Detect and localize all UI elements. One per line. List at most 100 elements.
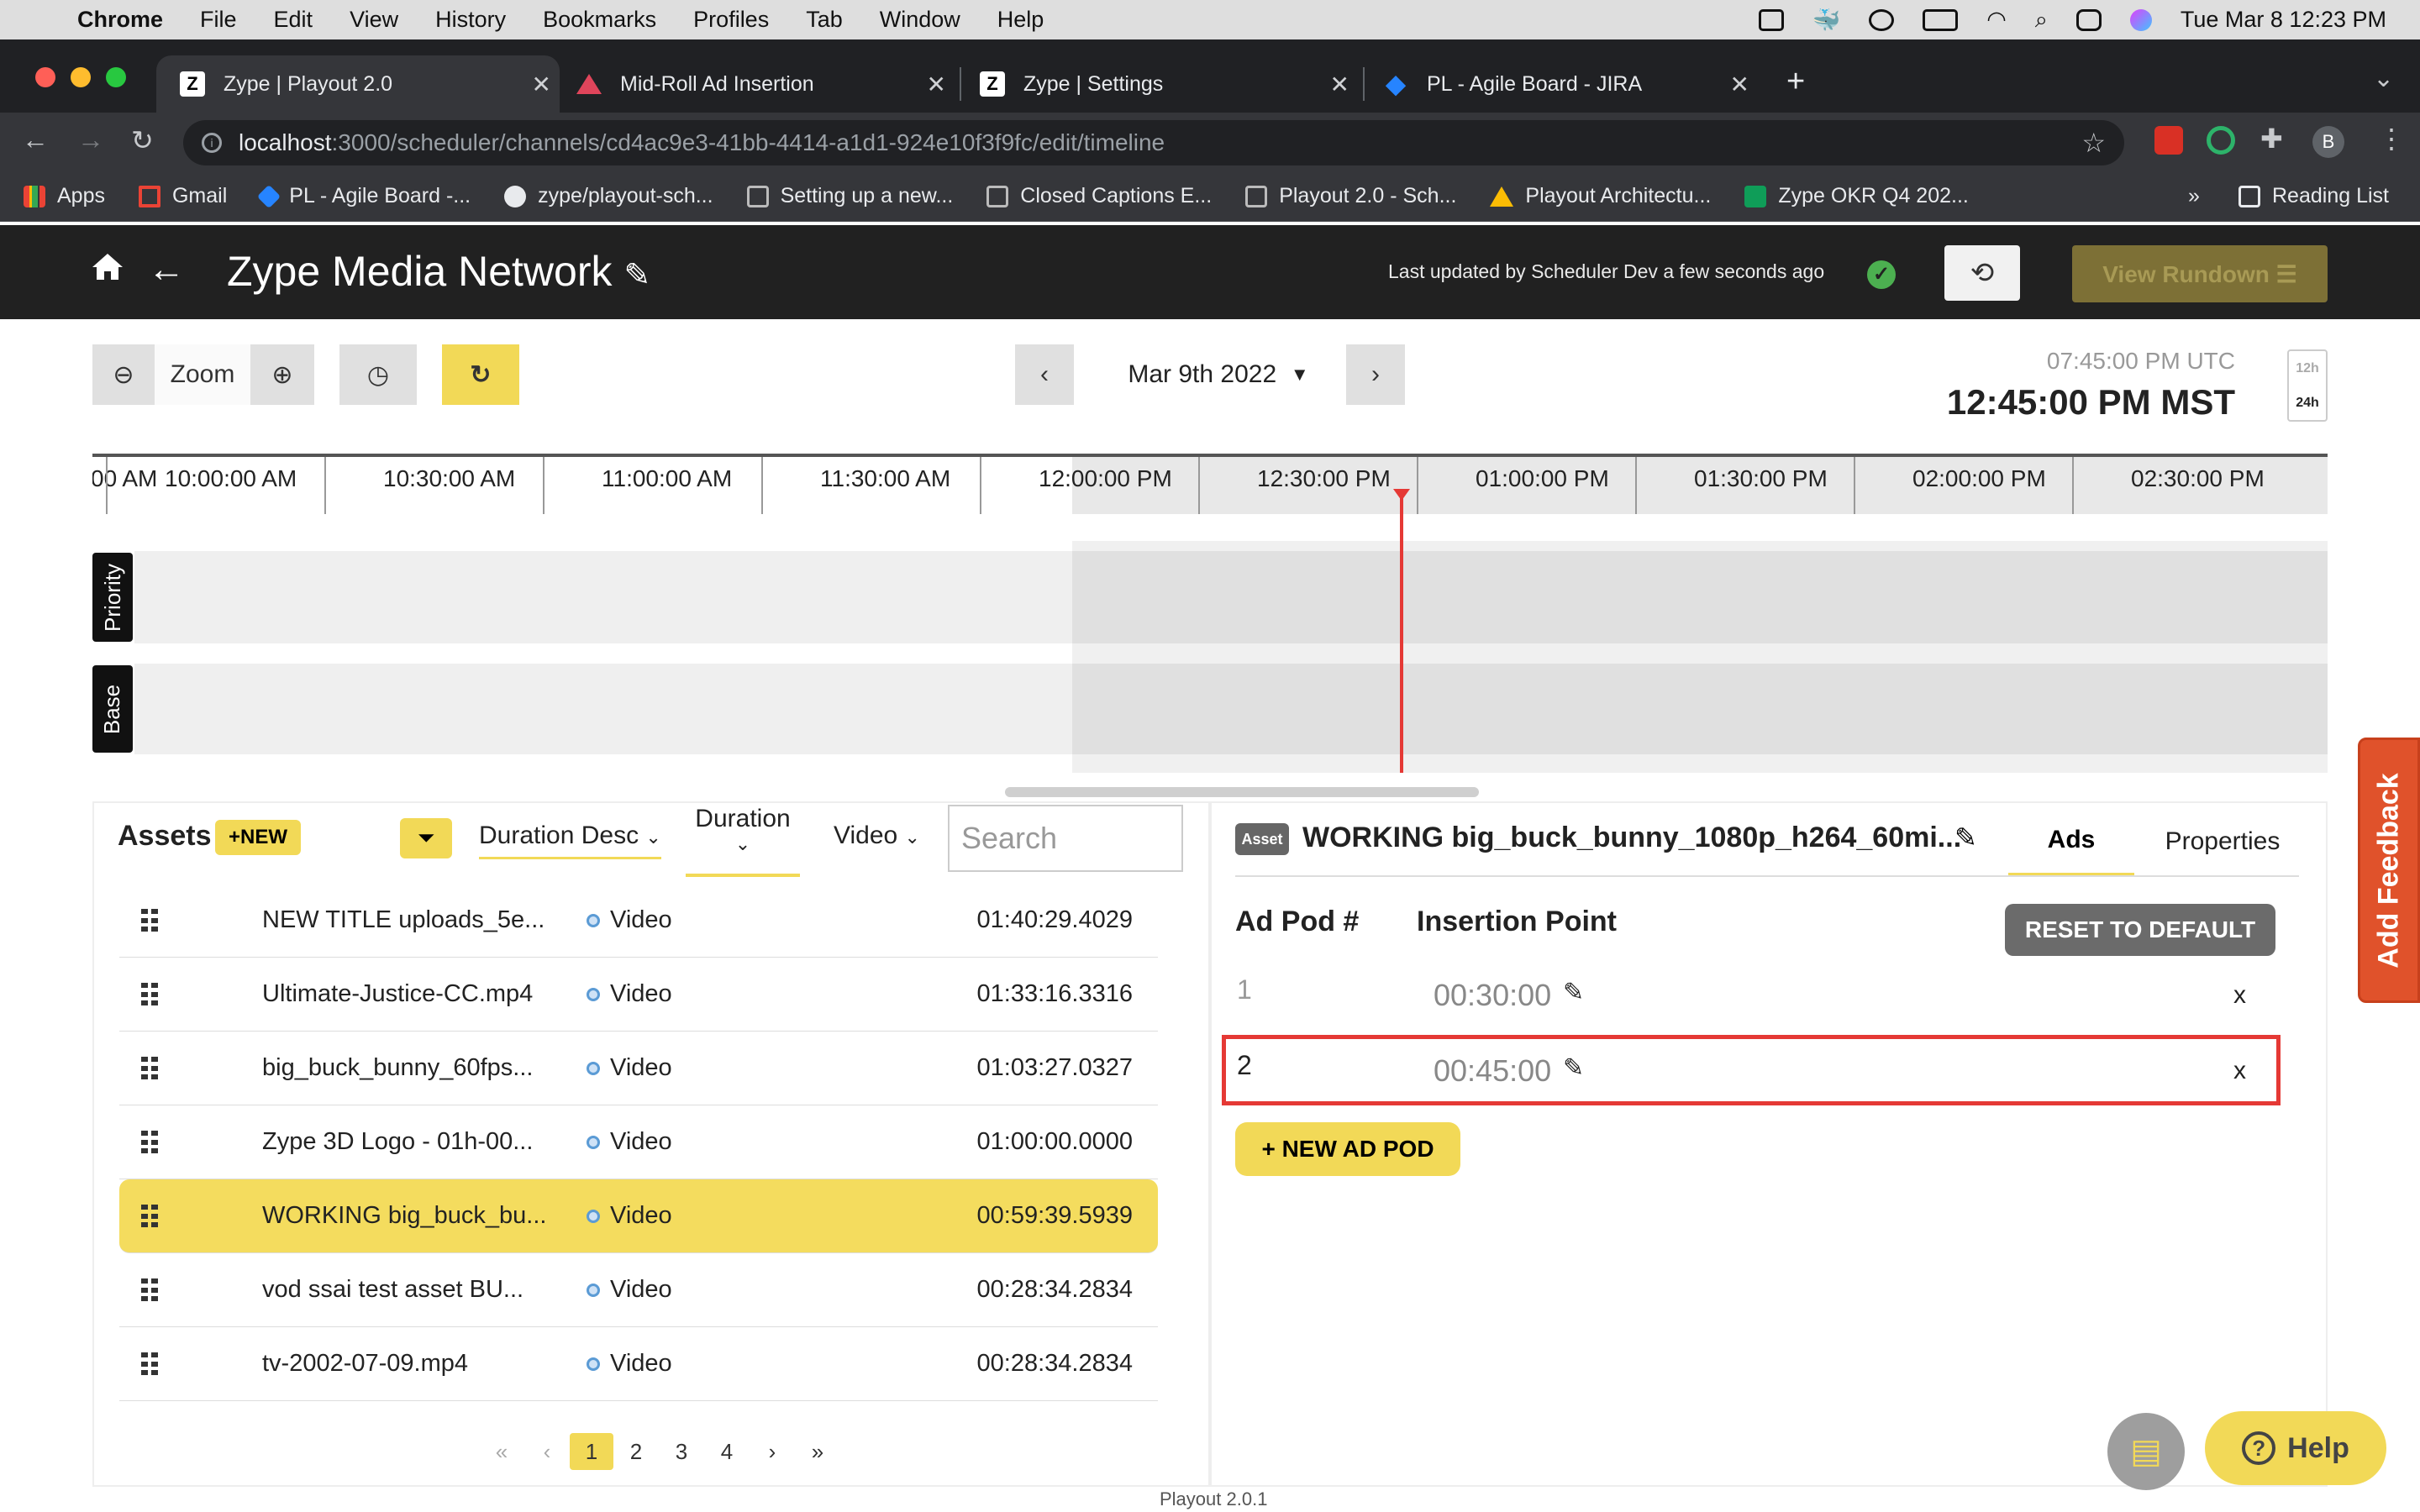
tab-settings[interactable]: Z Zype | Settings ✕ (971, 55, 1358, 113)
page-2[interactable]: 2 (613, 1433, 659, 1470)
extension-green-icon[interactable] (2207, 126, 2235, 155)
menu-tab[interactable]: Tab (787, 7, 861, 33)
drag-handle-icon[interactable] (141, 909, 158, 932)
drag-handle-icon[interactable] (141, 1205, 158, 1228)
date-picker[interactable]: Mar 9th 2022 ▼ (1092, 344, 1344, 405)
bookmark-github[interactable]: zype/playout-sch... (504, 184, 713, 208)
reload-icon[interactable]: ↻ (131, 124, 154, 156)
siri-icon[interactable] (2129, 8, 2152, 31)
drag-handle-icon[interactable] (141, 983, 158, 1006)
bookmark-jira[interactable]: PL - Agile Board -... (257, 184, 471, 208)
close-window-button[interactable] (35, 67, 55, 87)
drag-handle-icon[interactable] (141, 1057, 158, 1080)
maximize-window-button[interactable] (106, 67, 126, 87)
bookmark-apps[interactable]: Apps (24, 184, 105, 208)
menu-window[interactable]: Window (861, 7, 979, 33)
bookmark-captions[interactable]: Closed Captions E... (986, 184, 1212, 208)
asset-row[interactable]: Ultimate-Justice-CC.mp4 Video 01:33:16.331… (119, 958, 1158, 1032)
jump-to-now-button[interactable]: ◷ (339, 344, 417, 405)
tab-properties[interactable]: Properties (2151, 806, 2294, 877)
format-24h[interactable]: 24h (2296, 396, 2319, 411)
page-1[interactable]: 1 (570, 1433, 613, 1470)
zoom-out-button[interactable]: ⊖ (92, 344, 155, 405)
edit-pencil-icon[interactable]: ✎ (1563, 1053, 1584, 1083)
asset-search-input[interactable]: Search (948, 805, 1183, 872)
spotlight-search-icon[interactable]: ⌕ (2035, 7, 2048, 34)
bookmark-playout[interactable]: Playout 2.0 - Sch... (1245, 184, 1456, 208)
asset-row[interactable]: NEW TITLE uploads_5e... Video 01:40:29.402… (119, 884, 1158, 958)
extensions-puzzle-icon[interactable]: ✚ (2260, 123, 2283, 155)
forward-arrow-icon[interactable]: → (77, 124, 104, 155)
edit-pencil-icon[interactable]: ✎ (623, 258, 650, 293)
tab-jira[interactable]: ◆ PL - Agile Board - JIRA ✕ (1375, 55, 1758, 113)
timeline-horizontal-scrollbar[interactable] (1005, 787, 1479, 797)
page-3[interactable]: 3 (659, 1433, 704, 1470)
bookmarks-overflow-icon[interactable]: » (2188, 184, 2200, 208)
menu-file[interactable]: File (182, 7, 255, 33)
drag-handle-icon[interactable] (141, 1131, 158, 1154)
next-page-icon[interactable]: › (750, 1433, 795, 1470)
profile-avatar[interactable]: B (2312, 126, 2344, 158)
stack-widget-icon[interactable]: ▤ (2107, 1413, 2185, 1490)
sort-dropdown[interactable]: Duration Desc ⌄ (479, 822, 661, 859)
menu-help[interactable]: Help (979, 7, 1063, 33)
new-tab-plus-icon[interactable]: + (1786, 64, 1805, 100)
tab-midroll[interactable]: Mid-Roll Ad Insertion ✕ (568, 55, 955, 113)
filter-button[interactable]: ⏷ (400, 818, 452, 858)
menu-edit[interactable]: Edit (255, 7, 332, 33)
bookmark-setup[interactable]: Setting up a new... (746, 184, 953, 208)
chrome-menu-kebab-icon[interactable]: ⋮ (2378, 123, 2405, 155)
back-arrow-icon[interactable]: ← (22, 124, 49, 155)
asset-row[interactable]: WORKING big_buck_bu... Video 00:59:39.5939 (119, 1179, 1158, 1253)
next-day-button[interactable]: › (1346, 344, 1405, 405)
address-bar[interactable]: i localhost:3000/scheduler/channels/cd4a… (183, 120, 2124, 165)
menubar-clock[interactable]: Tue Mar 8 12:23 PM (2181, 7, 2386, 33)
timeline-ruler[interactable]: 00 AM 10:00:00 AM 10:30:00 AM 11:00:00 AM 11… (92, 454, 2328, 514)
drag-handle-icon[interactable] (141, 1352, 158, 1376)
time-format-toggle[interactable]: 12h 24h (2287, 349, 2328, 422)
zoom-in-button[interactable]: ⊕ (250, 344, 314, 405)
asset-row[interactable]: vod ssai test asset BU... Video 00:28:34.2… (119, 1253, 1158, 1327)
wifi-icon[interactable]: ◠ (1986, 7, 2007, 33)
battery-icon[interactable] (1923, 8, 1959, 31)
add-feedback-tab[interactable]: Add Feedback (2358, 738, 2420, 1003)
back-arrow-icon[interactable]: ← (148, 249, 185, 291)
duration-filter[interactable]: Duration ⌄ (686, 805, 800, 877)
menu-app-name[interactable]: Chrome (59, 7, 182, 33)
view-rundown-button[interactable]: View Rundown ☰ (2072, 245, 2328, 302)
delete-pod-icon[interactable]: x (2233, 981, 2246, 1010)
format-12h[interactable]: 12h (2296, 361, 2319, 376)
tab-playout[interactable]: Z Zype | Playout 2.0 ✕ (156, 55, 560, 113)
close-tab-icon[interactable]: ✕ (1330, 71, 1349, 98)
delete-pod-icon[interactable]: x (2233, 1057, 2246, 1085)
first-page-icon[interactable]: « (479, 1433, 524, 1470)
control-center-icon[interactable] (2075, 8, 2102, 31)
new-ad-pod-button[interactable]: + NEW AD POD (1235, 1122, 1460, 1176)
menu-view[interactable]: View (331, 7, 417, 33)
minimize-window-button[interactable] (71, 67, 91, 87)
docker-icon[interactable]: 🐳 (1812, 7, 1841, 34)
screen-record-icon[interactable] (1869, 8, 1895, 31)
close-tab-icon[interactable]: ✕ (532, 71, 551, 98)
extension-red-icon[interactable] (2154, 126, 2183, 155)
zoom-status-icon[interactable] (1758, 8, 1784, 31)
reset-to-default-button[interactable]: RESET TO DEFAULT (2005, 904, 2275, 956)
type-filter[interactable]: Video ⌄ (834, 822, 920, 850)
sync-button[interactable]: ↻ (442, 344, 519, 405)
last-page-icon[interactable]: » (795, 1433, 840, 1470)
site-info-icon[interactable]: i (202, 133, 222, 153)
asset-row[interactable]: tv-2002-07-09.mp4 Video 00:28:34.2834 (119, 1327, 1158, 1401)
help-button[interactable]: ? Help (2205, 1411, 2386, 1485)
edit-pencil-icon[interactable]: ✎ (1563, 978, 1584, 1007)
new-asset-button[interactable]: +NEW (215, 820, 301, 855)
close-tab-icon[interactable]: ✕ (1730, 71, 1749, 98)
drag-handle-icon[interactable] (141, 1278, 158, 1302)
bookmark-okr[interactable]: Zype OKR Q4 202... (1744, 184, 1969, 208)
asset-row[interactable]: Zype 3D Logo - 01h-00... Video 01:00:00.00… (119, 1105, 1158, 1179)
bookmark-star-icon[interactable]: ☆ (2081, 127, 2106, 159)
prev-day-button[interactable]: ‹ (1015, 344, 1074, 405)
reading-list[interactable]: Reading List (2238, 184, 2389, 208)
menu-profiles[interactable]: Profiles (675, 7, 787, 33)
bookmark-architecture[interactable]: Playout Architectu... (1490, 184, 1711, 208)
asset-row[interactable]: big_buck_bunny_60fps... Video 01:03:27.032… (119, 1032, 1158, 1105)
